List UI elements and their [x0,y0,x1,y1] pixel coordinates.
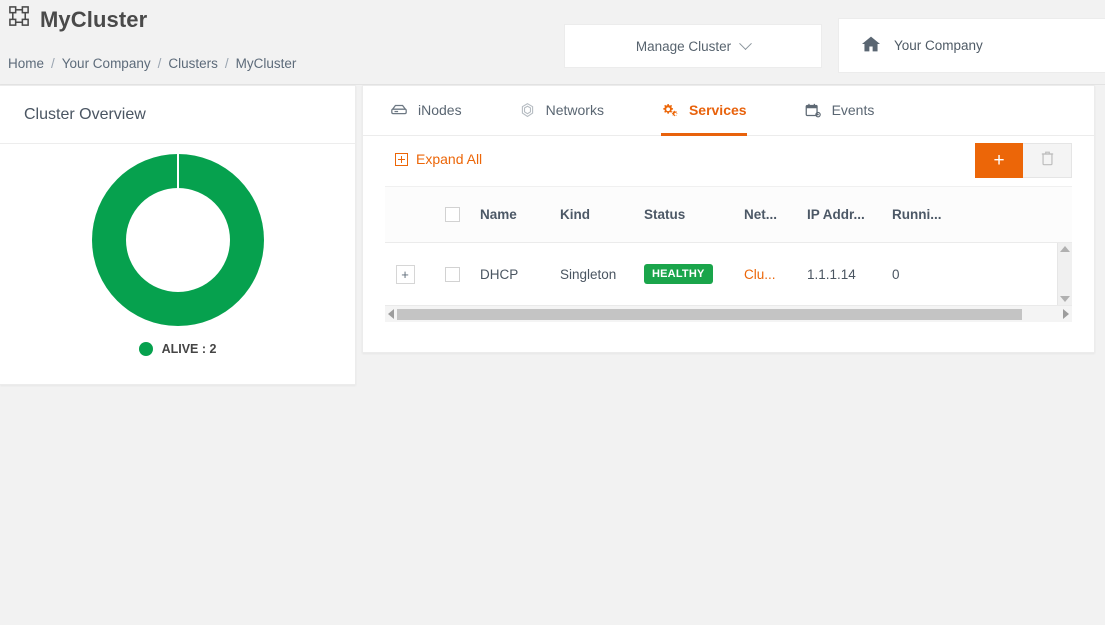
chart-legend: ALIVE : 2 [138,342,217,356]
row-expander-cell: + [385,264,425,284]
tab-services-label: Services [688,102,747,118]
services-panel: iNodes Networks Services Events Expand A… [362,85,1095,353]
tab-bar: iNodes Networks Services Events [363,86,1094,136]
content-area: Cluster Overview ALIVE : 2 iNodes Networ… [0,85,1105,625]
cluster-overview-card: Cluster Overview ALIVE : 2 [0,85,356,385]
column-header-status[interactable]: Status [644,207,744,222]
donut-hole [125,188,230,292]
donut-chart [91,154,264,326]
table-header-row: Name Kind Status Net... IP Addr... Runni… [385,187,1072,243]
breadcrumb-separator: / [51,56,55,71]
scroll-up-arrow-icon[interactable] [1060,246,1070,252]
server-icon [390,103,408,117]
table-action-buttons: + [975,143,1072,178]
select-all-checkbox[interactable] [445,207,460,222]
cell-kind: Singleton [560,266,617,282]
home-icon [861,35,881,56]
cell-status: HEALTHY [644,264,744,284]
table-toolbar: Expand All + [363,136,1094,186]
table-row[interactable]: + DHCP Singleton HEALTHY Clu... 1.1.1.14… [385,243,1072,305]
tab-events[interactable]: Events [804,87,875,136]
row-select-cell [425,266,480,282]
tab-inodes-label: iNodes [418,102,462,118]
row-expand-button[interactable]: + [395,264,415,284]
tab-events-label: Events [831,102,875,118]
company-label: Your Company [894,38,983,53]
breadcrumb: Home / Your Company / Clusters / MyClust… [8,56,296,71]
scroll-left-arrow-icon[interactable] [388,309,394,319]
scroll-right-arrow-icon[interactable] [1063,309,1069,319]
add-service-button[interactable]: + [975,143,1023,178]
services-table: Name Kind Status Net... IP Addr... Runni… [385,186,1072,322]
table-vertical-scrollbar[interactable] [1057,243,1072,305]
expand-all-button[interactable]: Expand All [395,151,482,167]
cluster-overview-title: Cluster Overview [0,86,355,144]
row-checkbox[interactable] [445,266,460,282]
cell-running: 0 [892,266,900,282]
status-badge: HEALTHY [644,264,713,284]
expand-all-label: Expand All [416,151,483,167]
cell-name: DHCP [480,266,519,282]
breadcrumb-item-your-company[interactable]: Your Company [62,56,151,71]
breadcrumb-separator: / [224,56,229,71]
legend-color-dot [138,342,153,356]
column-header-kind[interactable]: Kind [560,207,644,222]
tab-networks[interactable]: Networks [519,87,604,136]
calendar-icon [804,102,822,119]
table-horizontal-scrollbar[interactable] [385,305,1072,322]
donut-slice-divider [176,154,179,190]
breadcrumb-item-home[interactable]: Home [8,56,44,71]
header-select-all-cell [425,207,480,222]
column-header-network[interactable]: Net... [744,207,807,222]
tab-services[interactable]: Services [660,87,747,136]
gears-icon [661,102,679,118]
table-body: + DHCP Singleton HEALTHY Clu... 1.1.1.14… [385,243,1072,305]
delete-service-button[interactable] [1023,143,1072,178]
cell-ip-address: 1.1.1.14 [807,266,856,282]
column-header-ip-address[interactable]: IP Addr... [807,207,892,222]
page-title-text: MyCluster [40,6,148,32]
network-link[interactable]: Clu... [744,267,776,282]
donut-chart-container: ALIVE : 2 [0,144,355,386]
column-header-name[interactable]: Name [480,207,560,222]
tab-inodes[interactable]: iNodes [390,87,462,136]
manage-cluster-label: Manage Cluster [635,38,732,54]
breadcrumb-item-clusters[interactable]: Clusters [168,56,218,71]
company-selector[interactable]: Your Company [838,18,1105,73]
tab-networks-label: Networks [545,102,604,118]
chevron-down-icon [739,36,753,50]
cell-network: Clu... [744,267,807,282]
breadcrumb-item-mycluster[interactable]: MyCluster [236,56,297,71]
network-icon [519,102,536,119]
legend-label: ALIVE : 2 [161,342,217,356]
horizontal-scroll-thumb[interactable] [397,308,1022,320]
manage-cluster-dropdown[interactable]: Manage Cluster [564,24,822,68]
page-title: MyCluster [8,5,147,34]
plus-icon: + [993,149,1005,171]
box-plus-icon [395,152,408,166]
trash-icon [1040,150,1055,171]
breadcrumb-separator: / [157,56,162,71]
scroll-down-arrow-icon[interactable] [1060,296,1070,302]
column-header-running[interactable]: Runni... [892,207,972,222]
top-header: MyCluster Home / Your Company / Clusters… [0,0,1105,85]
cluster-icon [8,5,31,34]
